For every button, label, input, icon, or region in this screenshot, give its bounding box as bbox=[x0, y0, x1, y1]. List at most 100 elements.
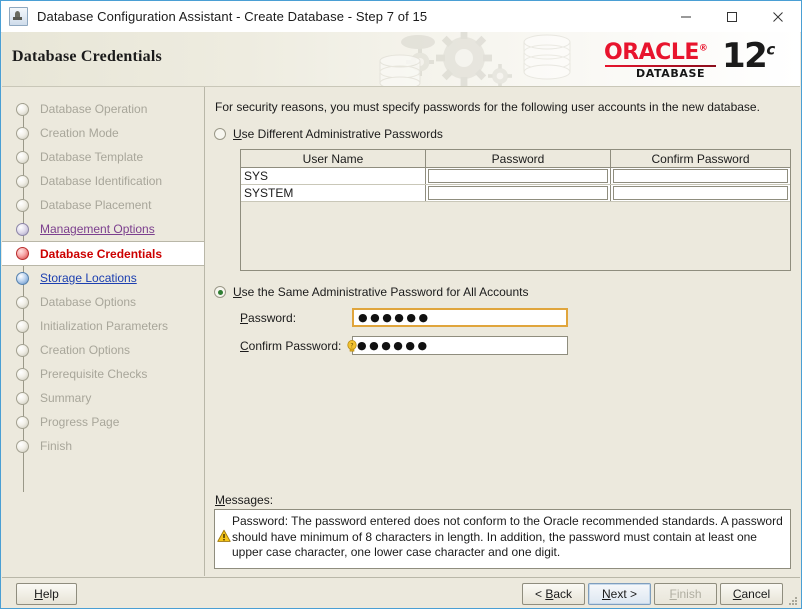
sidebar-item-creation-options: Creation Options bbox=[2, 338, 204, 362]
confirm-password-cell-field[interactable] bbox=[613, 169, 788, 183]
database-assistant-icon bbox=[9, 7, 28, 26]
step-bullet-icon bbox=[16, 343, 29, 357]
body-area: Database Operation Creation Mode Database … bbox=[2, 87, 801, 576]
sidebar-item-prerequisite-checks: Prerequisite Checks bbox=[2, 362, 204, 386]
sidebar-item-creation-mode: Creation Mode bbox=[2, 121, 204, 145]
wizard-footer: Help < Back Next > Finish Cancel bbox=[2, 577, 800, 608]
cell-user-name: SYS bbox=[241, 167, 426, 185]
cell-password-input[interactable] bbox=[425, 184, 611, 202]
confirm-password-row: Confirm Password: ? ●●●●●● bbox=[240, 336, 791, 355]
warning-triangle-icon bbox=[217, 529, 231, 543]
step-bullet-icon bbox=[16, 198, 29, 212]
credentials-table-container[interactable]: User Name Password Confirm Password SYS S… bbox=[240, 149, 791, 271]
sidebar-item-label: Prerequisite Checks bbox=[40, 367, 148, 381]
sidebar-item-label: Database Credentials bbox=[40, 246, 163, 261]
next-button[interactable]: Next > bbox=[588, 583, 651, 605]
cancel-button[interactable]: Cancel bbox=[720, 583, 783, 605]
cell-password-input[interactable] bbox=[425, 167, 611, 185]
window-controls bbox=[663, 1, 801, 32]
password-cell-field[interactable] bbox=[428, 169, 608, 183]
confirm-password-cell-field[interactable] bbox=[613, 186, 788, 200]
cell-confirm-password-input[interactable] bbox=[610, 184, 790, 202]
table-row[interactable]: SYS bbox=[241, 167, 790, 185]
step-bullet-icon bbox=[16, 391, 29, 405]
radio-different-indicator[interactable] bbox=[214, 128, 226, 140]
sidebar-item-label: Database Placement bbox=[40, 198, 152, 212]
sidebar-item-database-placement: Database Placement bbox=[2, 193, 204, 217]
sidebar-item-label: Initialization Parameters bbox=[40, 319, 169, 333]
resize-grip[interactable] bbox=[786, 595, 798, 607]
radio-same-label: Use the Same Administrative Password for… bbox=[233, 285, 529, 299]
radio-different-label: Use Different Administrative Passwords bbox=[233, 127, 443, 141]
svg-text:?: ? bbox=[350, 342, 353, 349]
sidebar-item-database-options: Database Options bbox=[2, 290, 204, 314]
password-row: Password: ●●●●●● bbox=[240, 308, 791, 327]
password-cell-field[interactable] bbox=[428, 186, 608, 200]
sidebar-item-label: Storage Locations bbox=[40, 271, 137, 285]
help-button[interactable]: Help bbox=[16, 583, 77, 605]
password-input[interactable]: ●●●●●● bbox=[352, 308, 568, 327]
radio-use-same-password[interactable]: Use the Same Administrative Password for… bbox=[214, 285, 791, 299]
header-confirm-password: Confirm Password bbox=[610, 150, 790, 168]
sidebar-item-storage-locations[interactable]: Storage Locations bbox=[2, 266, 204, 290]
sidebar-item-database-credentials: Database Credentials bbox=[2, 241, 204, 266]
step-bullet-icon bbox=[16, 271, 29, 285]
confirm-password-input[interactable]: ●●●●●● bbox=[352, 336, 568, 355]
sidebar-item-label: Database Identification bbox=[40, 174, 163, 188]
sidebar-item-management-options[interactable]: Management Options bbox=[2, 217, 204, 241]
radio-use-different-passwords[interactable]: Use Different Administrative Passwords bbox=[214, 127, 791, 141]
sidebar-item-label: Progress Page bbox=[40, 415, 120, 429]
back-button[interactable]: < Back bbox=[522, 583, 585, 605]
step-bullet-icon bbox=[16, 150, 29, 164]
step-bullet-icon bbox=[16, 102, 29, 116]
cell-user-name: SYSTEM bbox=[241, 184, 426, 202]
window-title: Database Configuration Assistant - Creat… bbox=[37, 9, 428, 24]
messages-text: Password: The password entered does not … bbox=[232, 514, 783, 559]
maximize-button[interactable] bbox=[709, 1, 755, 32]
step-bullet-icon bbox=[16, 222, 29, 236]
window-titlebar: Database Configuration Assistant - Creat… bbox=[1, 1, 801, 33]
step-bullet-icon bbox=[16, 126, 29, 140]
page-title: Database Credentials bbox=[12, 48, 162, 65]
header-user-name: User Name bbox=[241, 150, 426, 168]
dbca-window: Database Configuration Assistant - Creat… bbox=[0, 0, 802, 609]
messages-box: Password: The password entered does not … bbox=[214, 509, 791, 569]
page-banner: Database Credentials ORACLE® DATABASE 12… bbox=[2, 32, 800, 87]
help-bulb-icon[interactable]: ? bbox=[346, 339, 358, 352]
wizard-steps-sidebar: Database Operation Creation Mode Database … bbox=[2, 87, 205, 576]
oracle-wordmark: ORACLE® bbox=[604, 40, 708, 65]
sidebar-item-label: Summary bbox=[40, 391, 92, 405]
oracle-logo: ORACLE® DATABASE 12c bbox=[604, 36, 784, 82]
finish-button: Finish bbox=[654, 583, 717, 605]
cell-confirm-password-input[interactable] bbox=[610, 167, 790, 185]
sidebar-item-progress-page: Progress Page bbox=[2, 410, 204, 434]
minimize-button[interactable] bbox=[663, 1, 709, 32]
step-bullet-icon bbox=[16, 295, 29, 309]
sidebar-item-finish: Finish bbox=[2, 434, 204, 458]
content-pane: For security reasons, you must specify p… bbox=[205, 87, 801, 576]
sidebar-item-label: Database Options bbox=[40, 295, 137, 309]
sidebar-item-summary: Summary bbox=[2, 386, 204, 410]
sidebar-item-label: Finish bbox=[40, 439, 73, 453]
header-password: Password bbox=[425, 150, 611, 168]
table-header-row: User Name Password Confirm Password bbox=[241, 150, 790, 168]
step-bullet-icon bbox=[16, 415, 29, 429]
intro-text: For security reasons, you must specify p… bbox=[215, 100, 760, 114]
same-password-section: Use the Same Administrative Password for… bbox=[214, 285, 791, 355]
table-row[interactable]: SYSTEM bbox=[241, 184, 790, 202]
table-body: SYS SYSTEM bbox=[241, 167, 790, 202]
step-bullet-icon bbox=[16, 319, 29, 333]
oracle-version: 12c bbox=[722, 36, 775, 76]
radio-same-indicator[interactable] bbox=[214, 286, 226, 298]
sidebar-item-label: Database Operation bbox=[40, 102, 148, 116]
close-button[interactable] bbox=[755, 1, 801, 32]
sidebar-item-label: Creation Options bbox=[40, 343, 131, 357]
sidebar-item-label: Management Options bbox=[40, 222, 155, 236]
oracle-database-word: DATABASE bbox=[636, 67, 706, 80]
sidebar-item-database-template: Database Template bbox=[2, 145, 204, 169]
confirm-password-label: Confirm Password: ? bbox=[240, 339, 357, 353]
sidebar-item-database-operation: Database Operation bbox=[2, 97, 204, 121]
password-label: Password: bbox=[240, 310, 297, 325]
sidebar-item-initialization-parameters: Initialization Parameters bbox=[2, 314, 204, 338]
sidebar-item-label: Creation Mode bbox=[40, 126, 119, 140]
